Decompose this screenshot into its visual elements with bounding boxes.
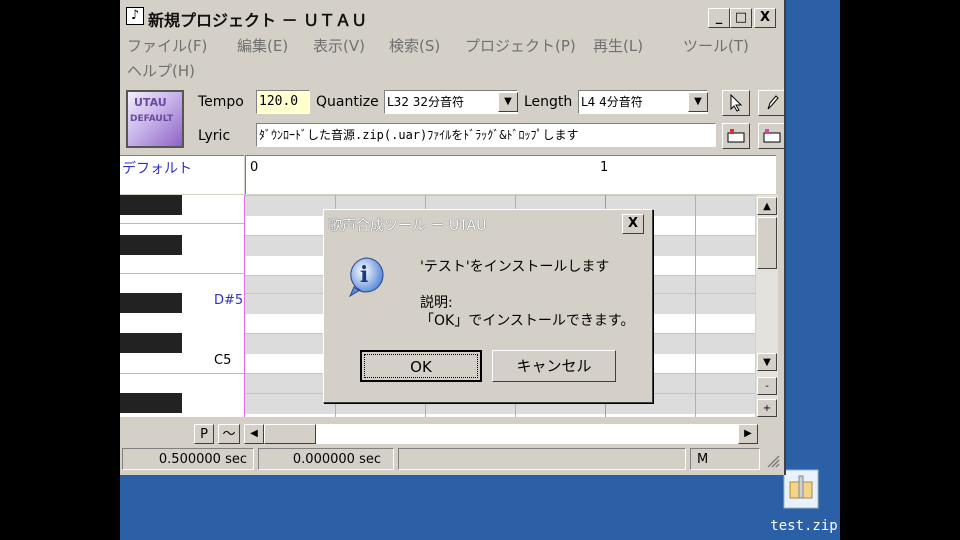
length-dropdown-arrow[interactable]: ▼ <box>688 92 708 112</box>
menu-help[interactable]: ヘルプ(H) <box>127 60 195 81</box>
scroll-down-button[interactable]: ▼ <box>757 353 777 371</box>
key-divider <box>120 273 244 274</box>
piano-black-key[interactable] <box>120 393 182 413</box>
hscroll-thumb[interactable] <box>264 424 316 444</box>
pointer-tool-button[interactable] <box>722 90 750 116</box>
insert-note-button[interactable] <box>722 123 750 149</box>
zoom-out-button[interactable]: - <box>757 377 777 395</box>
scroll-left-button[interactable]: ◀ <box>244 424 264 444</box>
menu-tools[interactable]: ツール(T) <box>683 35 749 56</box>
scroll-right-button[interactable]: ▶ <box>738 424 758 444</box>
note-insert-icon <box>727 129 745 143</box>
key-label-ds5: D#5 <box>214 293 244 308</box>
lyric-label: Lyric <box>198 128 231 144</box>
logo-line2: DEFAULT <box>130 114 174 124</box>
key-label-c5: C5 <box>214 353 232 368</box>
pencil-tool-button[interactable] <box>758 90 784 116</box>
ok-focus-ring <box>364 354 478 378</box>
maximize-button[interactable]: □ <box>730 8 752 28</box>
status-time-2: 0.000000 sec <box>258 448 394 470</box>
quantize-dropdown-arrow[interactable]: ▼ <box>498 92 518 112</box>
quantize-label: Quantize <box>316 94 379 110</box>
info-icon: i <box>344 254 388 298</box>
zip-file-icon[interactable] <box>782 468 822 512</box>
file-zip-icon <box>783 469 819 509</box>
scroll-thumb[interactable] <box>757 217 777 269</box>
status-time-1: 0.500000 sec <box>122 448 254 470</box>
install-dialog: 歌声合成ツール － UTAU X i 'テスト'をインストールします 説明: 「… <box>323 209 653 403</box>
status-pane-empty <box>398 448 686 470</box>
dialog-close-button[interactable]: X <box>622 214 644 234</box>
menu-file[interactable]: ファイル(F) <box>127 35 207 56</box>
piano-black-key[interactable] <box>120 333 182 353</box>
dialog-message: 'テスト'をインストールします <box>420 259 610 275</box>
length-label: Length <box>524 94 573 110</box>
piano-keyboard[interactable]: D#5 C5 <box>120 195 244 417</box>
cursor-arrow-icon <box>730 93 743 112</box>
vertical-scrollbar[interactable]: ▲ ▼ - + <box>756 195 778 417</box>
track-name: デフォルト <box>122 161 192 177</box>
p-button[interactable]: P <box>194 424 214 444</box>
logo-line1: UTAU <box>134 96 167 109</box>
piano-black-key[interactable] <box>120 195 182 215</box>
delete-note-button[interactable] <box>758 123 784 149</box>
piano-black-key[interactable] <box>120 293 182 313</box>
status-mode: M <box>690 448 760 470</box>
menu-play[interactable]: 再生(L) <box>593 35 643 56</box>
dialog-description-label: 説明: <box>420 295 453 311</box>
menu-edit[interactable]: 編集(E) <box>237 35 288 56</box>
length-value: L4 4分音符 <box>581 95 643 109</box>
lyric-input[interactable]: ﾀﾞｳﾝﾛｰﾄﾞした音源.zip(.uar)ﾌｧｲﾙをﾄﾞﾗｯｸﾞ&ﾄﾞﾛｯﾌﾟ… <box>256 123 716 147</box>
tempo-input[interactable]: 120.0 <box>256 90 310 114</box>
pitch-curve-button[interactable]: ～ <box>218 424 240 444</box>
pencil-icon <box>767 95 779 110</box>
piano-black-key[interactable] <box>120 235 182 255</box>
dialog-description-text: 「OK」でインストールできます。 <box>420 313 635 329</box>
menu-project[interactable]: プロジェクト(P) <box>465 35 576 56</box>
ok-button[interactable]: OK <box>360 350 482 382</box>
hscroll-track[interactable] <box>316 424 738 444</box>
minimize-button[interactable]: _ <box>708 8 730 28</box>
tempo-label: Tempo <box>198 94 244 110</box>
note-icon: ♪ <box>126 7 144 25</box>
horizontal-scrollbar[interactable]: ◀ ▶ <box>244 424 758 444</box>
title-bar[interactable]: ♪ 新規プロジェクト － ＵＴＡＵ _ □ X <box>120 3 784 30</box>
cancel-button[interactable]: キャンセル <box>492 350 616 382</box>
ruler-mark-1: 1 <box>600 160 609 175</box>
zoom-in-button[interactable]: + <box>757 399 777 417</box>
beat-line <box>695 195 696 417</box>
voicebank-logo[interactable]: UTAU DEFAULT <box>126 90 184 148</box>
note-edit-icon <box>763 129 781 143</box>
dialog-title-bar[interactable]: 歌声合成ツール － UTAU X <box>324 210 652 236</box>
menu-search[interactable]: 検索(S) <box>389 35 440 56</box>
desktop-file-label[interactable]: test.zip <box>768 518 840 534</box>
resize-grip-icon[interactable] <box>764 452 780 468</box>
key-divider <box>120 373 244 374</box>
key-divider <box>120 223 244 224</box>
close-button[interactable]: X <box>754 8 776 28</box>
timeline-ruler[interactable]: 0 1 <box>245 155 776 194</box>
menu-view[interactable]: 表示(V) <box>313 35 365 56</box>
dialog-title: 歌声合成ツール － UTAU <box>328 218 487 234</box>
info-icon-glyph: i <box>360 262 369 288</box>
scroll-up-button[interactable]: ▲ <box>757 197 777 215</box>
quantize-value: L32 32分音符 <box>387 95 465 109</box>
ruler-mark-0: 0 <box>250 160 259 175</box>
track-header[interactable]: デフォルト <box>120 155 244 194</box>
window-title: 新規プロジェクト － ＵＴＡＵ <box>148 11 368 30</box>
